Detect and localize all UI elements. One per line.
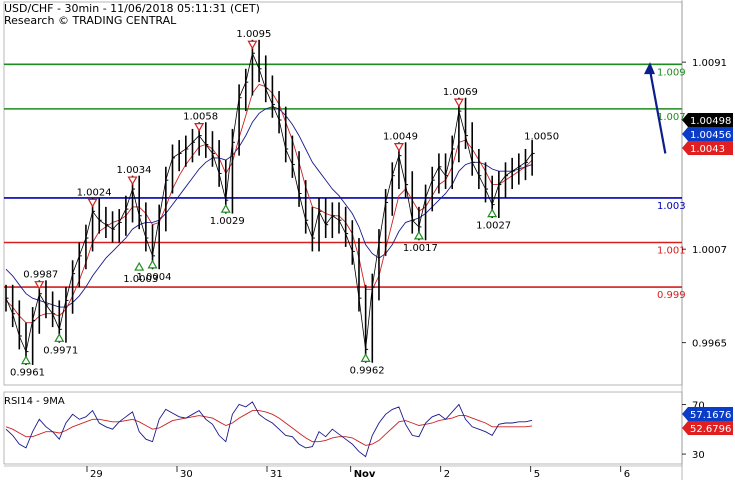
trough-label: 1.0029 [210, 216, 245, 227]
peak-marker-icon [453, 98, 464, 108]
peak-marker-icon [87, 198, 98, 208]
rsi-panel-frame [3, 391, 683, 465]
x-tick-label: 5 [534, 469, 540, 480]
trough-marker-icon [54, 333, 65, 342]
trough-label: 1.0017 [403, 243, 438, 254]
peak-label: 0.9987 [23, 270, 58, 281]
target-label: 1.0050 [524, 131, 559, 142]
peak-marker-icon [194, 123, 205, 132]
x-tick-label: 31 [270, 469, 283, 480]
level-label: 1.001 [657, 245, 686, 256]
grid-layer [3, 0, 683, 480]
price-tag-label: 1.00456 [690, 130, 731, 141]
y-tick-label: 0.9965 [692, 339, 727, 350]
trough-marker-icon [413, 230, 424, 240]
rsi-title: RSI14 - 9MA [4, 396, 65, 407]
trough-label: 1.0027 [476, 221, 511, 232]
y-tick-label: 1.0007 [692, 245, 727, 256]
trough-label: 0.9961 [10, 368, 45, 379]
x-tick-label: 30 [180, 469, 193, 480]
x-tick-label: 2 [444, 469, 450, 480]
forex-chart: 1.009 1.007 1.003 1.001 0.999 0.9961 0.9987 0.… [3, 0, 733, 480]
annotation-layer: 0.99610.99870.99711.00241.00341.00031.00… [10, 29, 667, 379]
peak-label: 1.0034 [117, 165, 152, 176]
rsi-y-tick-label: 30 [692, 450, 705, 461]
trough-marker-icon [134, 261, 145, 271]
level-label: 0.999 [657, 290, 686, 301]
level-label: 1.009 [657, 67, 686, 78]
rsi-tag-label: 57.1676 [690, 410, 731, 421]
level-label: 1.003 [657, 201, 686, 212]
trough-label: 0.9962 [350, 365, 385, 376]
peak-label: 1.0024 [77, 187, 112, 198]
x-tick-label: 6 [624, 469, 630, 480]
trough-marker-icon [360, 353, 371, 362]
rsi-line [5, 401, 533, 458]
peak-label: 1.0069 [443, 87, 478, 98]
peak-label: 1.0095 [236, 29, 271, 40]
peak-label: 1.0049 [383, 132, 418, 143]
price-tag-label: 1.0043 [690, 144, 725, 155]
peak-marker-icon [393, 143, 404, 152]
price-tag-label: 1.00498 [690, 116, 731, 127]
rsi-layer [5, 401, 533, 458]
ma-slow-line [5, 106, 533, 308]
peak-label: 1.0058 [183, 112, 218, 123]
trough-marker-icon [220, 203, 231, 213]
trough-marker-icon [147, 259, 158, 269]
chart-subtitle: Research © TRADING CENTRAL [4, 14, 177, 27]
x-tick-label: Nov [354, 469, 376, 480]
peak-marker-icon [247, 40, 258, 50]
rsi-tag-label: 52.6796 [690, 424, 731, 435]
level-label: 1.007 [657, 112, 686, 123]
y-tick-label: 1.0091 [692, 58, 727, 69]
levels-layer: 1.009 1.007 1.003 1.001 0.999 [4, 63, 686, 301]
trough-marker-icon [20, 355, 32, 365]
trough-label: 1.0004 [137, 272, 172, 283]
trough-label: 0.9971 [43, 345, 78, 356]
x-tick-label: 29 [90, 469, 103, 480]
trough-marker-icon [487, 208, 498, 218]
rsi-ma-line [5, 410, 533, 446]
peak-marker-icon [127, 176, 138, 186]
